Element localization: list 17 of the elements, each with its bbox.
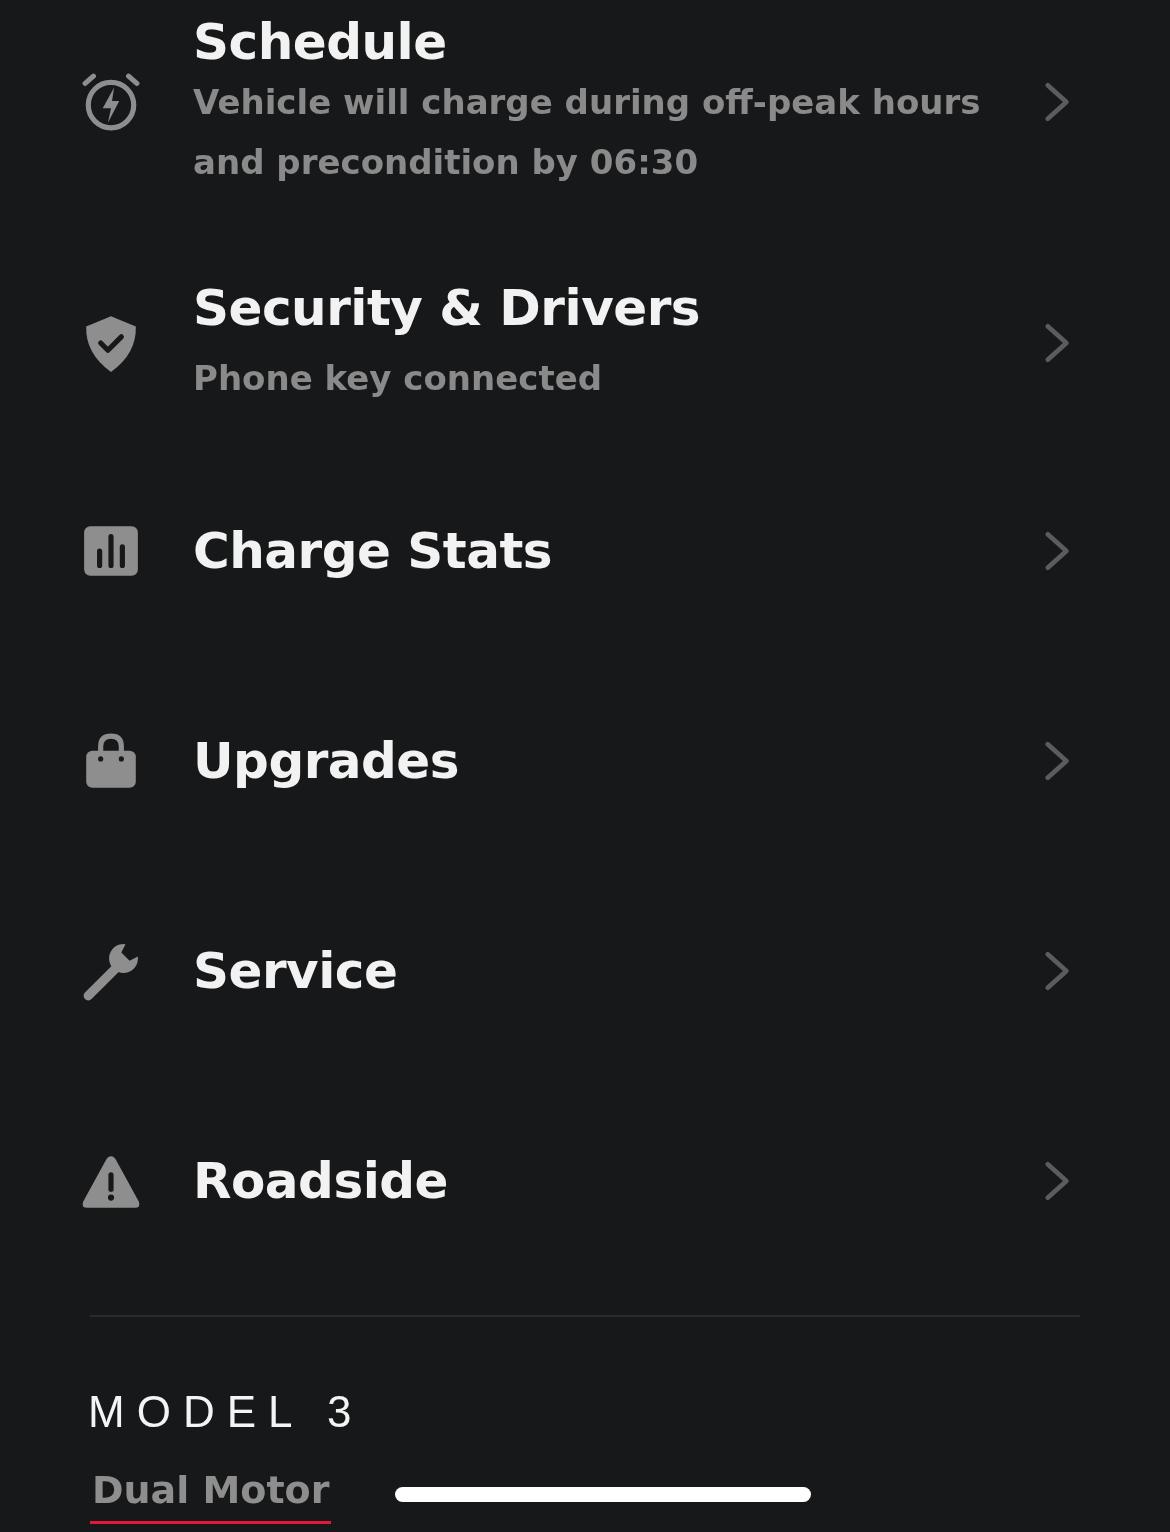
menu-item-title[interactable]: Schedule [193, 12, 1024, 72]
alarm-icon [80, 71, 142, 133]
menu-item-title[interactable]: Service [193, 941, 1024, 1001]
chevron-right-icon[interactable] [1044, 950, 1072, 992]
menu-item-subtitle: Vehicle will charge during off-peak hours and precondition by 06:30 [193, 81, 982, 184]
menu-item-subtitle: Phone key connected [193, 357, 604, 400]
chevron-right-icon[interactable] [1044, 530, 1072, 572]
chevron-right-icon[interactable] [1044, 322, 1072, 364]
menu-item-title[interactable]: Upgrades [193, 731, 1024, 791]
menu-item-title[interactable]: Roadside [193, 1151, 1024, 1211]
chevron-right-icon[interactable] [1044, 1160, 1072, 1202]
variant-tab[interactable]: Dual Motor [90, 1465, 332, 1524]
menu-item-title[interactable]: Security & Drivers [193, 278, 1024, 338]
menu-item-title[interactable]: Charge Stats [193, 521, 1024, 581]
chevron-right-icon[interactable] [1044, 81, 1072, 123]
chevron-right-icon[interactable] [1044, 740, 1072, 782]
model-name: MODEL 3 [88, 1387, 365, 1437]
